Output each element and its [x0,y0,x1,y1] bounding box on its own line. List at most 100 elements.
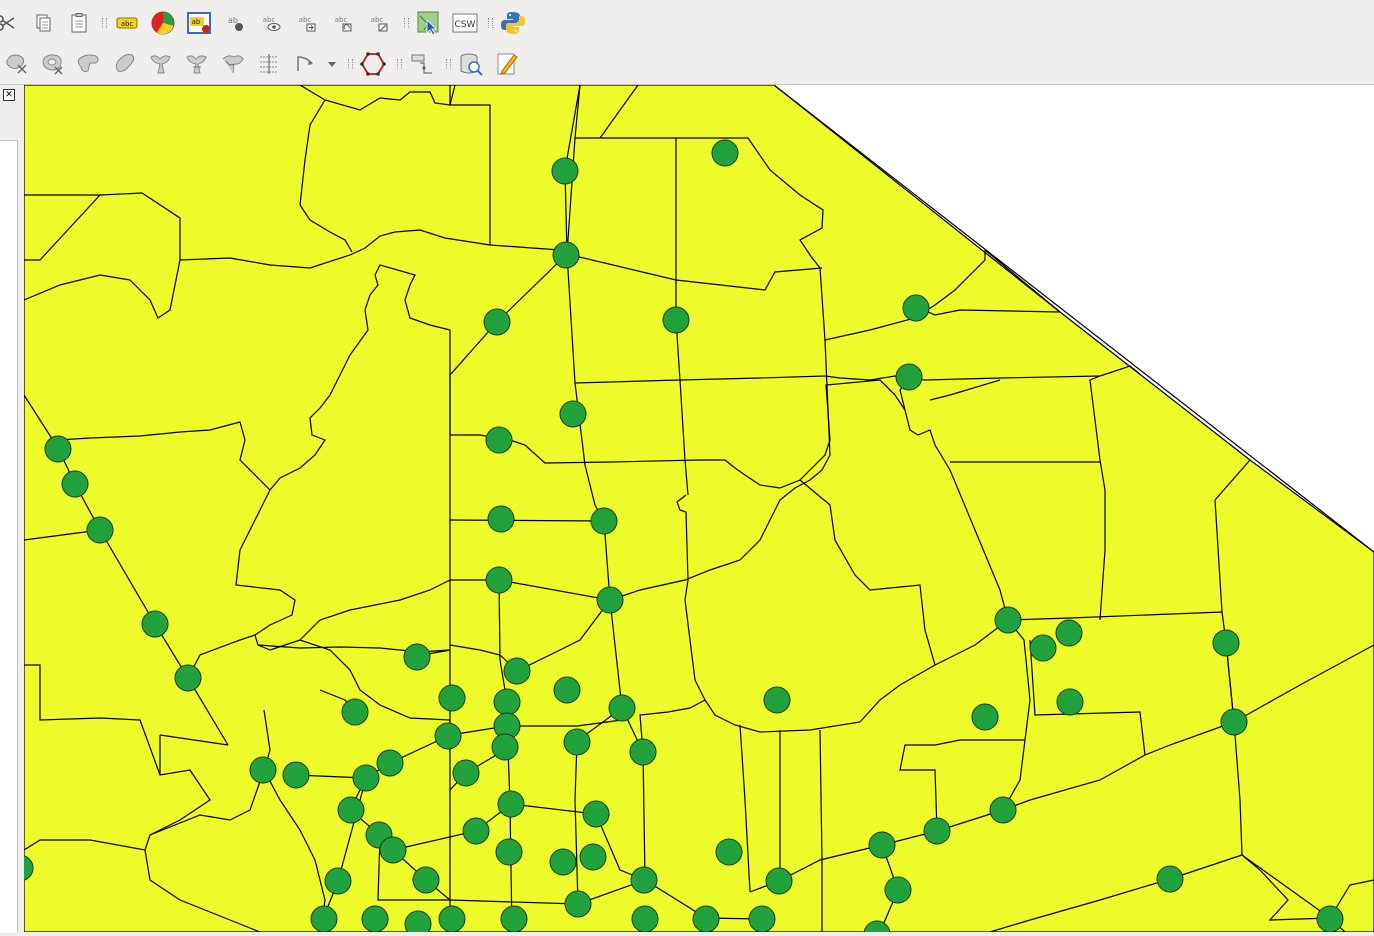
map-canvas[interactable] [6,84,1374,936]
svg-text:ab: ab [192,18,201,26]
point-feature [902,294,930,322]
paste-features-icon[interactable] [66,10,92,36]
point-feature [485,426,513,454]
svg-text:abc: abc [371,16,384,24]
point-feature [174,664,202,692]
delete-part-icon[interactable] [184,51,210,77]
svg-text:abc: abc [335,16,348,24]
point-feature [559,400,587,428]
map-layer [6,84,1374,936]
add-part-icon[interactable] [76,51,102,77]
point-feature [552,241,580,269]
point-feature [629,738,657,766]
point-feature [711,139,739,167]
layer-diagram-icon[interactable] [150,10,176,36]
point-feature [403,643,431,671]
simplify-feature-icon[interactable] [4,51,30,77]
delete-ring-icon[interactable] [148,51,174,77]
point-feature [404,910,432,936]
copy-features-icon[interactable] [30,10,56,36]
point-feature [379,836,407,864]
point-feature [483,308,511,336]
python-console-icon[interactable] [500,10,526,36]
point-feature [503,657,531,685]
point-feature [376,749,404,777]
show-hide-labels-icon[interactable]: abc [258,10,284,36]
point-feature [563,728,591,756]
cut-features-icon[interactable] [0,10,18,36]
pin-labels-icon[interactable]: ab [222,10,248,36]
point-feature [630,866,658,894]
point-feature [579,843,607,871]
point-feature [61,470,89,498]
point-feature [1056,688,1084,716]
point-feature [895,363,923,391]
point-feature [1212,629,1240,657]
point-feature [549,848,577,876]
point-feature [352,764,380,792]
point-feature [989,796,1017,824]
dropdown-arrow-icon[interactable] [322,51,342,77]
move-label-icon[interactable]: abc [294,10,320,36]
point-feature [500,905,528,933]
point-feature [564,890,592,918]
point-feature [249,756,277,784]
point-feature [493,688,521,716]
digitizing-toolbar [0,43,1374,85]
point-feature [86,516,114,544]
edit-icon[interactable] [494,51,520,77]
db-manager-icon[interactable] [458,51,484,77]
svg-text:CSW: CSW [455,20,476,30]
point-feature [1220,708,1248,736]
snapping-tool-icon[interactable] [410,51,436,77]
metasearch-icon[interactable] [416,10,442,36]
point-feature [1029,634,1057,662]
point-feature [763,686,791,714]
point-feature [608,694,636,722]
svg-text:abc: abc [299,16,312,24]
rotate-feature-icon[interactable] [292,51,318,77]
point-feature [497,790,525,818]
point-feature [412,866,440,894]
add-ring-icon[interactable] [40,51,66,77]
point-feature [452,759,480,787]
shape-digitize-icon[interactable] [360,51,386,77]
point-feature [491,733,519,761]
point-feature [282,761,310,789]
layers-panel [0,140,18,933]
point-feature [582,800,610,828]
csw-icon[interactable]: CSW [452,10,478,36]
point-feature [631,905,659,933]
point-feature [551,157,579,185]
svg-text:ab: ab [228,16,238,25]
svg-text:abc: abc [121,20,134,28]
layer-labeling-icon[interactable]: abc [114,10,140,36]
point-feature [748,905,776,933]
rotate-label-icon[interactable]: abc [330,10,356,36]
point-feature [438,905,466,933]
highlight-pinned-labels-icon[interactable]: ab [186,10,212,36]
point-feature [1156,865,1184,893]
point-feature [1316,905,1344,933]
point-feature [434,722,462,750]
offset-curve-icon[interactable] [256,51,282,77]
point-feature [868,831,896,859]
change-label-icon[interactable]: abc [366,10,392,36]
reshape-features-icon[interactable] [220,51,246,77]
point-feature [884,876,912,904]
labels-toolbar: abc ab ab abc abc abc abc CSW [0,2,1374,44]
point-feature [310,905,338,933]
close-panel-icon[interactable]: ✕ [3,89,15,101]
point-feature [1055,619,1083,647]
point-feature [361,905,389,933]
point-feature [994,606,1022,634]
point-feature [337,796,365,824]
point-feature [44,435,72,463]
fill-ring-icon[interactable] [112,51,138,77]
polygon-layer [23,84,1374,933]
point-feature [692,905,720,933]
point-feature [487,505,515,533]
point-feature [596,586,624,614]
point-feature [495,838,523,866]
point-feature [662,306,690,334]
